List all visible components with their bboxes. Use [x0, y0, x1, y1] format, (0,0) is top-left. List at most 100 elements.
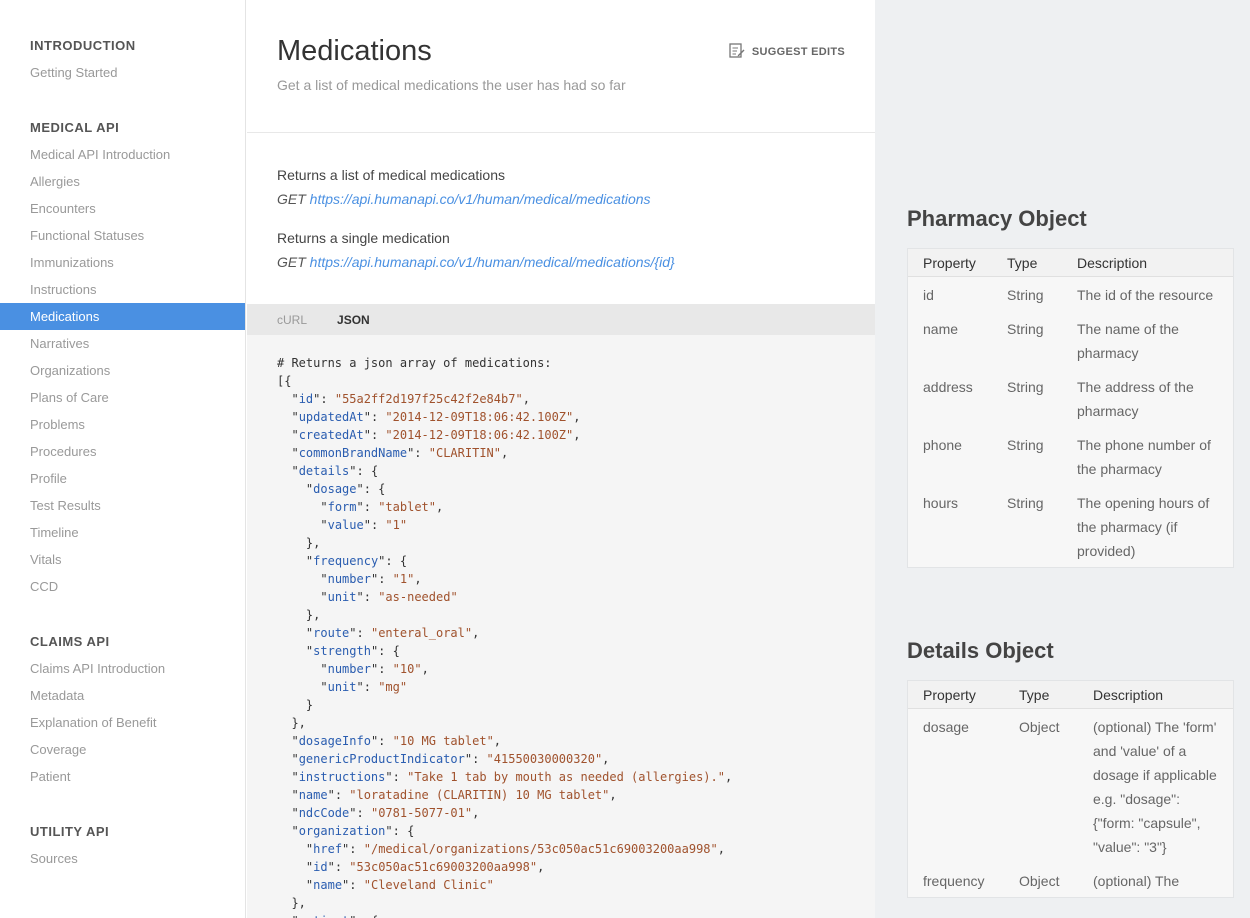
sidebar-item-encounters[interactable]: Encounters — [0, 195, 245, 222]
code-punct: , — [501, 446, 509, 460]
tab-curl[interactable]: cURL — [277, 313, 307, 327]
sidebar-item-getting-started[interactable]: Getting Started — [0, 59, 245, 86]
table-body: id String The id of the resource name String… — [908, 277, 1233, 567]
code-string: "tablet" — [378, 500, 437, 514]
suggest-edits-button[interactable]: SUGGEST EDITS — [729, 43, 845, 61]
sidebar-item-immunizations[interactable]: Immunizations — [0, 249, 245, 276]
sidebar-item-sources[interactable]: Sources — [0, 845, 245, 872]
code-line: }, — [277, 536, 320, 550]
sidebar-section-introduction: INTRODUCTION Getting Started — [0, 32, 245, 86]
code-string: "41550030000320" — [486, 752, 603, 766]
code-punct: }, — [305, 536, 321, 550]
tab-json[interactable]: JSON — [337, 313, 370, 327]
code-punct: } — [305, 698, 314, 712]
sidebar-item-vitals[interactable]: Vitals — [0, 546, 245, 573]
code-line: "name": "loratadine (CLARITIN) 10 MG tab… — [291, 788, 617, 802]
code-key: strength — [313, 644, 371, 658]
sidebar-item-plans-of-care[interactable]: Plans of Care — [0, 384, 245, 411]
details-object-table: Property Type Description dosage Object (o… — [907, 680, 1234, 898]
sidebar-section-title: CLAIMS API — [30, 634, 110, 649]
code-punct: : { — [356, 464, 379, 478]
sidebar-item-patient[interactable]: Patient — [0, 763, 245, 790]
code-line: }, — [277, 716, 305, 730]
code-string-value: mg — [385, 680, 400, 694]
sidebar-item-functional-statuses[interactable]: Functional Statuses — [0, 222, 245, 249]
sidebar-item-coverage[interactable]: Coverage — [0, 736, 245, 763]
sidebar-item-timeline[interactable]: Timeline — [0, 519, 245, 546]
code-punct: , — [573, 428, 581, 442]
code-line: [{ — [277, 374, 291, 388]
code-line: "commonBrandName": "CLARITIN", — [291, 446, 509, 460]
code-key: details — [298, 464, 350, 478]
code-string-value: 10 — [399, 662, 415, 676]
code-key: genericProductIndicator — [298, 752, 465, 766]
code-key: id — [298, 392, 314, 406]
code-key: unit — [327, 590, 357, 604]
page-subtitle: Get a list of medical medications the us… — [277, 77, 626, 93]
sidebar-item-medications[interactable]: Medications — [0, 303, 245, 330]
sidebar-item-explanation-of-benefit[interactable]: Explanation of Benefit — [0, 709, 245, 736]
code-line: "id": "55a2ff2d197f25c42f2e84b7", — [291, 392, 530, 406]
code-content: # Returns a json array of medications: [… — [277, 354, 845, 918]
sidebar-item-claims-api-introduction[interactable]: Claims API Introduction — [0, 655, 245, 682]
code-line: "updatedAt": "2014-12-09T18:06:42.100Z", — [291, 410, 581, 424]
sidebar-section-claims-api: CLAIMS API Claims API Introduction Metad… — [0, 628, 245, 790]
code-key: commonBrandName — [298, 446, 408, 460]
sidebar-section-utility-api: UTILITY API Sources — [0, 818, 245, 872]
code-line: "value": "1" — [320, 518, 408, 532]
description-cell: (optional) The — [1093, 873, 1180, 889]
code-string: "mg" — [378, 680, 408, 694]
endpoint-description: Returns a single medication — [277, 230, 450, 246]
property-cell: name — [923, 321, 959, 337]
sidebar-item-test-results[interactable]: Test Results — [0, 492, 245, 519]
code-key: createdAt — [298, 428, 364, 442]
sidebar-item-metadata[interactable]: Metadata — [0, 682, 245, 709]
code-key: patient — [299, 914, 350, 918]
type-cell: String — [1007, 495, 1044, 511]
code-comment: # Returns a json array of medications: — [277, 356, 552, 370]
property-cell: dosage — [923, 719, 969, 735]
code-punct: , — [472, 806, 480, 820]
endpoint-description: Returns a list of medical medications — [277, 167, 505, 183]
header-description: Description — [1093, 687, 1164, 703]
property-cell: hours — [923, 495, 959, 511]
code-string-value: 41550030000320 — [493, 752, 595, 766]
endpoint-url-link[interactable]: https://api.humanapi.co/v1/human/medical… — [310, 191, 651, 207]
code-punct: }, — [291, 896, 306, 910]
sidebar-item-instructions[interactable]: Instructions — [0, 276, 245, 303]
code-string: "Cleveland Clinic" — [363, 878, 494, 892]
code-line: "number": "1", — [320, 572, 422, 586]
sidebar-item-medical-api-introduction[interactable]: Medical API Introduction — [0, 141, 245, 168]
property-cell: id — [923, 287, 934, 303]
property-cell: phone — [923, 437, 962, 453]
header-type: Type — [1007, 255, 1038, 271]
sidebar-item-problems[interactable]: Problems — [0, 411, 245, 438]
code-line: "strength": { — [305, 644, 400, 658]
code-line: "unit": "mg" — [320, 680, 408, 694]
sidebar-item-organizations[interactable]: Organizations — [0, 357, 245, 384]
code-string-value: /medical/organizations/53c050ac51c690032… — [370, 842, 711, 856]
type-cell: Object — [1019, 873, 1060, 889]
code-line: } — [277, 698, 313, 712]
endpoint-url-link[interactable]: https://api.humanapi.co/v1/human/medical… — [310, 254, 675, 270]
endpoint-request: GET https://api.humanapi.co/v1/human/med… — [277, 250, 675, 274]
code-string: "10" — [392, 662, 422, 676]
description-cell: The name of the pharmacy — [1077, 321, 1179, 361]
sidebar-item-allergies[interactable]: Allergies — [0, 168, 245, 195]
endpoint-method: GET — [277, 254, 306, 270]
code-string: "2014-12-09T18:06:42.100Z" — [385, 428, 574, 442]
sidebar-item-ccd[interactable]: CCD — [0, 573, 245, 600]
sidebar-item-narratives[interactable]: Narratives — [0, 330, 245, 357]
sidebar-item-profile[interactable]: Profile — [0, 465, 245, 492]
code-key: id — [313, 860, 328, 874]
code-string: "CLARITIN" — [428, 446, 502, 460]
code-string-value: 55a2ff2d197f25c42f2e84b7 — [342, 392, 516, 406]
code-line: "instructions": "Take 1 tab by mouth as … — [291, 770, 733, 784]
pharmacy-object-table: Property Type Description id String The id… — [907, 248, 1234, 568]
code-string-value: 2014-12-09T18:06:42.100Z — [392, 410, 567, 424]
type-cell: String — [1007, 379, 1044, 395]
code-key: name — [298, 788, 328, 802]
sidebar-item-procedures[interactable]: Procedures — [0, 438, 245, 465]
